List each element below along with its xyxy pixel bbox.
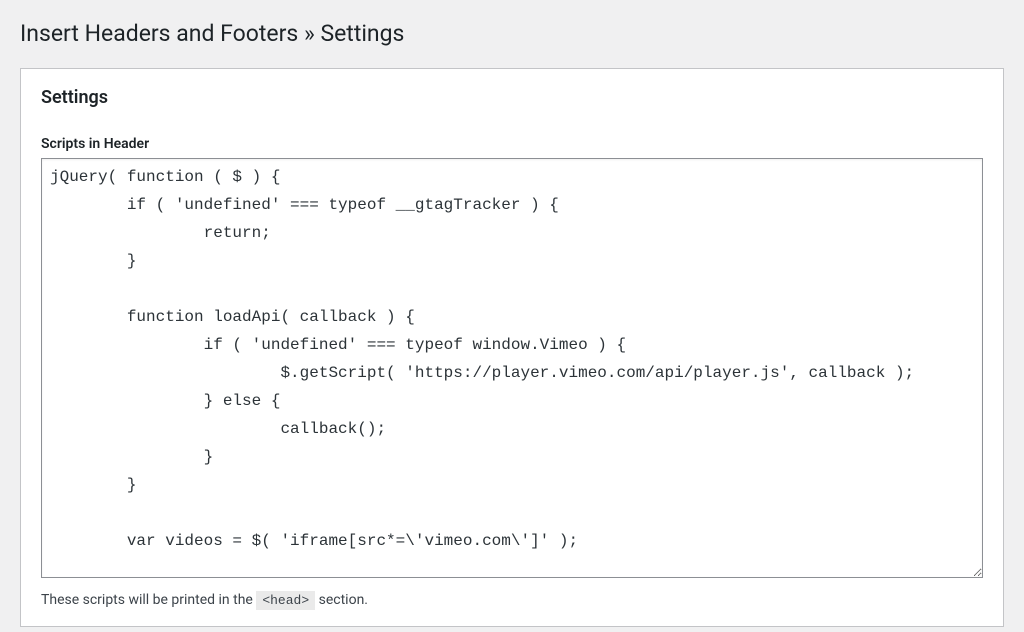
helper-prefix: These scripts will be printed in the: [41, 592, 256, 608]
helper-suffix: section.: [319, 592, 368, 608]
scripts-header-label: Scripts in Header: [41, 136, 983, 152]
scripts-header-helper: These scripts will be printed in the <he…: [41, 592, 983, 608]
head-tag-code: <head>: [256, 591, 315, 610]
settings-box: Settings Scripts in Header These scripts…: [20, 68, 1004, 627]
page-title: Insert Headers and Footers » Settings: [20, 10, 1004, 53]
page-wrap: Insert Headers and Footers » Settings Se…: [0, 0, 1024, 627]
settings-heading: Settings: [41, 87, 983, 108]
scripts-header-textarea[interactable]: [41, 158, 983, 578]
